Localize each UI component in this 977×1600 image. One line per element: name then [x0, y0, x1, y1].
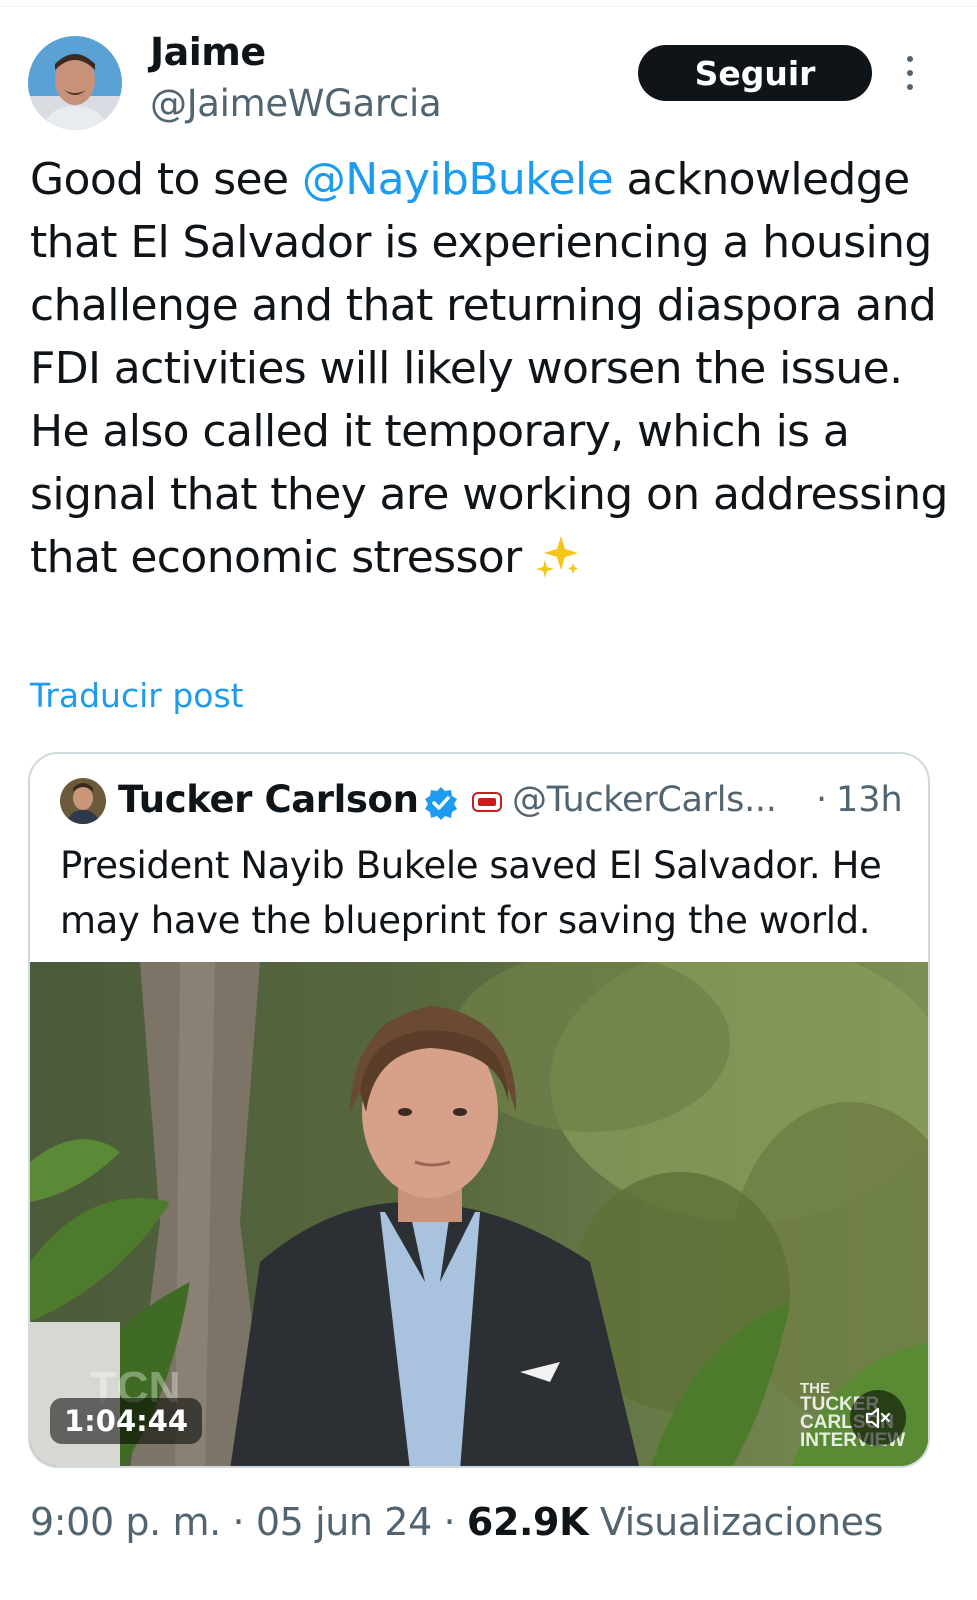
tcn-badge-icon	[472, 792, 502, 812]
mute-button[interactable]	[850, 1390, 906, 1446]
more-vertical-icon[interactable]	[898, 56, 922, 90]
author-name[interactable]: Jaime	[150, 30, 266, 74]
follow-button[interactable]: Seguir	[638, 45, 872, 101]
user-avatar-icon	[60, 778, 106, 824]
author-avatar[interactable]	[28, 36, 122, 130]
quoted-author-name[interactable]: Tucker Carlson	[118, 778, 419, 821]
quoted-author-avatar[interactable]	[60, 778, 106, 824]
quoted-timestamp[interactable]: 13h	[836, 780, 903, 820]
separator-dot: ·	[816, 780, 828, 820]
translate-link[interactable]: Traducir post	[30, 676, 244, 715]
video-duration: 1:04:44	[50, 1398, 203, 1444]
mention-link[interactable]: @NayibBukele	[302, 154, 614, 205]
user-avatar-icon	[28, 36, 122, 130]
quoted-author-handle[interactable]: @TuckerCarls...	[512, 780, 777, 820]
views-count[interactable]: 62.9K	[467, 1500, 589, 1544]
quoted-tweet-card[interactable]: Tucker Carlson @TuckerCarls... · 13h Pre…	[28, 752, 930, 1468]
separator-dot: ·	[443, 1500, 456, 1544]
quoted-tweet-text: President Nayib Bukele saved El Salvador…	[60, 844, 882, 942]
post-time[interactable]: 9:00 p. m.	[30, 1500, 221, 1544]
tweet-text: Good to see @NayibBukele acknowledge tha…	[30, 148, 960, 589]
verified-badge-icon	[425, 787, 457, 820]
video-player[interactable]: TCN THE TUCKER CARLSON INTERVIEW 1:04:44	[30, 962, 928, 1466]
views-label[interactable]: Visualizaciones	[600, 1500, 884, 1544]
volume-muted-icon	[865, 1407, 891, 1429]
sparkles-icon	[536, 536, 579, 578]
top-divider	[0, 6, 977, 7]
post-date[interactable]: 05 jun 24	[256, 1500, 432, 1544]
video-thumbnail: TCN	[30, 962, 928, 1466]
tweet-text-prefix: Good to see	[30, 154, 302, 205]
author-handle[interactable]: @JaimeWGarcia	[150, 82, 442, 125]
separator-dot: ·	[232, 1500, 245, 1544]
tweet-text-body: acknowledge that El Salvador is experien…	[30, 154, 948, 583]
tweet-meta: 9:00 p. m. · 05 jun 24 · 62.9K Visualiza…	[30, 1500, 883, 1544]
